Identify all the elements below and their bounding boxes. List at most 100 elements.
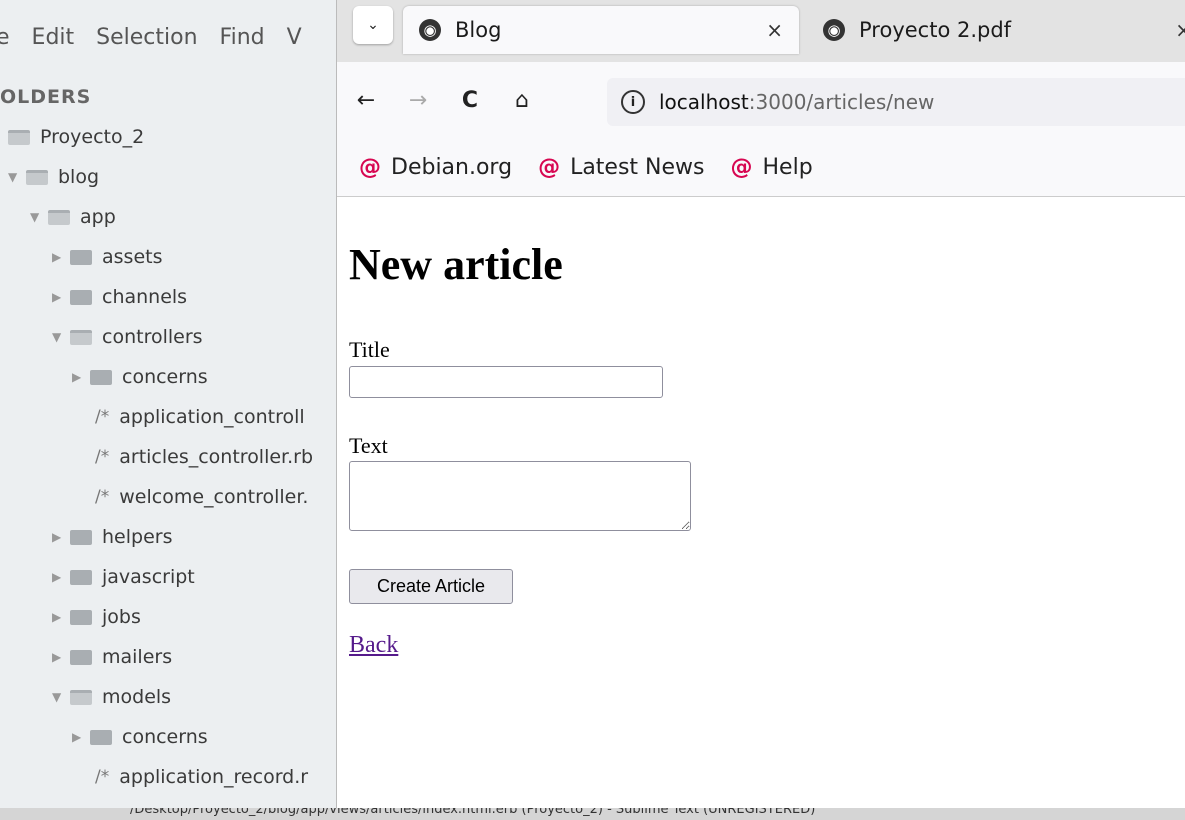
- info-icon[interactable]: i: [621, 90, 645, 114]
- expanded-arrow-icon[interactable]: ▼: [30, 210, 48, 224]
- text-input[interactable]: [349, 461, 691, 531]
- folder-item[interactable]: ▶ assets: [52, 237, 162, 277]
- tree-item-label: application_controll: [119, 406, 305, 428]
- folder-item[interactable]: ▶ mailers: [52, 637, 172, 677]
- bookmarks-bar: @ Debian.org @ Latest News @ Help: [337, 138, 1185, 197]
- file-item[interactable]: /* articles_controller.rb: [95, 437, 313, 477]
- close-icon[interactable]: ×: [1175, 18, 1185, 42]
- folder-item[interactable]: ▼ controllers: [52, 317, 203, 357]
- folder-open-icon: [8, 129, 30, 145]
- folder-item[interactable]: ▶ concerns: [72, 357, 208, 397]
- menu-find[interactable]: Find: [220, 25, 265, 50]
- file-item[interactable]: /*article.rb: [95, 797, 205, 808]
- url-path: :3000/articles/new: [748, 90, 935, 114]
- tree-item-label: mailers: [102, 646, 173, 668]
- folders-header: OLDERS: [0, 86, 92, 108]
- browser-window: ⌄ ◉ Blog × ◉ Proyecto 2.pdf × ← → C ⌂ i …: [336, 0, 1185, 808]
- tree-item-label: javascript: [102, 566, 195, 588]
- collapsed-arrow-icon[interactable]: ▶: [52, 290, 70, 304]
- folder-item[interactable]: ▶ javascript: [52, 557, 195, 597]
- bookmark-debian[interactable]: @ Debian.org: [359, 155, 512, 180]
- home-icon[interactable]: ⌂: [509, 88, 535, 113]
- folder-item[interactable]: Proyecto_2: [8, 117, 144, 157]
- tree-item-label: channels: [102, 286, 188, 308]
- tree-item-label: assets: [102, 246, 163, 268]
- menu-selection[interactable]: Selection: [96, 25, 197, 50]
- page-title: New article: [349, 240, 563, 289]
- collapsed-arrow-icon[interactable]: ▶: [52, 610, 70, 624]
- close-icon[interactable]: ×: [766, 18, 783, 42]
- tree-item-label: app: [80, 206, 116, 228]
- collapsed-arrow-icon[interactable]: ▶: [52, 530, 70, 544]
- create-article-button[interactable]: Create Article: [349, 569, 513, 604]
- folder-open-icon: [48, 209, 70, 225]
- folder-icon: [70, 289, 92, 305]
- tree-item-label: jobs: [102, 606, 141, 628]
- folder-item[interactable]: ▼ app: [30, 197, 116, 237]
- tab-label: Proyecto 2.pdf: [859, 18, 1012, 42]
- folder-item[interactable]: ▶ channels: [52, 277, 187, 317]
- debian-icon: @: [538, 154, 561, 180]
- folder-item[interactable]: ▶ helpers: [52, 517, 172, 557]
- folder-open-icon: [70, 689, 92, 705]
- url-host: localhost: [659, 90, 749, 114]
- expanded-arrow-icon[interactable]: ▼: [8, 170, 26, 184]
- sublime-sidebar: e Edit Selection Find V OLDERS Proyecto_…: [0, 0, 336, 808]
- menu-file[interactable]: e: [0, 25, 10, 50]
- globe-icon: ◉: [419, 19, 441, 41]
- tab-blog[interactable]: ◉ Blog ×: [403, 6, 799, 54]
- tree-item-label: articles_controller.rb: [119, 446, 314, 468]
- back-arrow-icon[interactable]: ←: [353, 88, 379, 113]
- file-icon: /*: [95, 487, 110, 507]
- url-bar[interactable]: i localhost:3000/articles/new: [607, 78, 1185, 126]
- folder-icon: [70, 249, 92, 265]
- tree-item-label: helpers: [102, 526, 173, 548]
- file-item[interactable]: /* application_controll: [95, 397, 305, 437]
- back-link[interactable]: Back: [349, 632, 398, 659]
- tree-item-label: application_record.r: [119, 766, 309, 788]
- folder-icon: [90, 369, 112, 385]
- tree-item-label: models: [102, 686, 172, 708]
- folder-icon: [70, 609, 92, 625]
- bookmark-latest-news[interactable]: @ Latest News: [538, 155, 704, 180]
- file-icon: /*: [95, 767, 110, 787]
- file-icon: /*: [95, 407, 110, 427]
- tree-item-label: welcome_controller.: [119, 486, 309, 508]
- menu-edit[interactable]: Edit: [32, 25, 75, 50]
- collapsed-arrow-icon[interactable]: ▶: [52, 650, 70, 664]
- file-item[interactable]: /* welcome_controller.: [95, 477, 308, 517]
- reload-icon[interactable]: C: [457, 88, 483, 113]
- folder-item[interactable]: ▼ models: [52, 677, 171, 717]
- expanded-arrow-icon[interactable]: ▼: [52, 690, 70, 704]
- collapsed-arrow-icon[interactable]: ▶: [52, 250, 70, 264]
- file-item[interactable]: /* application_record.r: [95, 757, 308, 797]
- folder-item[interactable]: ▼ blog: [8, 157, 99, 197]
- expanded-arrow-icon[interactable]: ▼: [52, 330, 70, 344]
- tree-item-label: concerns: [122, 726, 208, 748]
- collapsed-arrow-icon[interactable]: ▶: [72, 730, 90, 744]
- forward-arrow-icon[interactable]: →: [405, 88, 431, 113]
- file-icon: /*: [95, 447, 110, 467]
- tab-pdf[interactable]: ◉ Proyecto 2.pdf ×: [807, 6, 1185, 54]
- tab-list-button[interactable]: ⌄: [353, 6, 393, 44]
- sublime-status-bar: /Desktop/Proyecto_2/blog/app/views/artic…: [0, 808, 1185, 820]
- menu-view[interactable]: V: [287, 25, 302, 50]
- folder-open-icon: [26, 169, 48, 185]
- bookmark-help[interactable]: @ Help: [731, 155, 813, 180]
- debian-icon: @: [359, 154, 381, 180]
- folder-item[interactable]: ▶ concerns: [72, 717, 208, 757]
- collapsed-arrow-icon[interactable]: ▶: [72, 370, 90, 384]
- bookmark-label: Latest News: [570, 154, 705, 180]
- tree-item-label: blog: [58, 166, 100, 188]
- chevron-down-icon: ⌄: [367, 17, 379, 33]
- folder-icon: [90, 729, 112, 745]
- folder-item[interactable]: ▶ jobs: [52, 597, 141, 637]
- collapsed-arrow-icon[interactable]: ▶: [52, 570, 70, 584]
- text-label: Text: [349, 433, 388, 458]
- status-text: /Desktop/Proyecto_2/blog/app/views/artic…: [130, 808, 816, 817]
- debian-icon: @: [730, 154, 753, 180]
- globe-icon: ◉: [823, 19, 845, 41]
- sublime-menubar: e Edit Selection Find V: [0, 12, 336, 62]
- folder-icon: [70, 569, 92, 585]
- title-input[interactable]: [349, 366, 663, 398]
